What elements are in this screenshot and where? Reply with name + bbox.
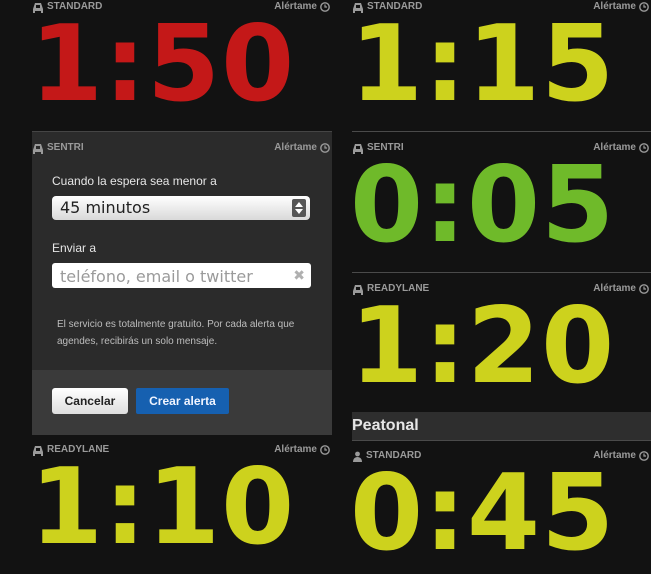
send-to-label: Enviar a <box>52 241 97 255</box>
wait-time: 0:05 <box>350 144 616 266</box>
lane-readylane-car: READYLANE Alértame 1:20 <box>350 282 651 410</box>
wait-time: 1:15 <box>350 3 616 125</box>
clock-icon <box>320 445 330 455</box>
lane-standard-car: STANDARD Alértame 1:50 <box>30 0 332 125</box>
car-icon <box>32 143 44 154</box>
clock-icon <box>639 2 649 12</box>
clock-icon <box>320 2 330 12</box>
select-arrows-icon <box>292 199 306 217</box>
service-note: El servicio es totalmente gratuito. Por … <box>57 319 295 347</box>
wait-threshold-select[interactable]: 45 minutos <box>52 196 310 220</box>
form-footer: Cancelar Crear alerta <box>32 370 332 435</box>
lane-standard-pedestrian: STANDARD Alértame 0:45 <box>350 449 651 566</box>
divider <box>352 272 651 273</box>
alert-me-link[interactable]: Alértame <box>274 141 330 155</box>
section-title-pedestrian: Peatonal <box>352 412 651 440</box>
wait-time: 1:20 <box>350 285 616 407</box>
alert-form-header: SENTRI Alértame <box>32 141 332 155</box>
clock-icon <box>639 143 649 153</box>
cancel-button[interactable]: Cancelar <box>52 388 128 414</box>
selected-value: 45 minutos <box>60 198 151 217</box>
lane-standard-car: STANDARD Alértame 1:15 <box>350 0 651 131</box>
create-alert-button[interactable]: Crear alerta <box>136 388 229 414</box>
divider <box>352 440 651 441</box>
clear-icon[interactable]: ✖ <box>293 268 305 282</box>
clock-icon <box>320 143 330 153</box>
lane-readylane-car: READYLANE Alértame 1:10 <box>30 443 332 560</box>
contact-field[interactable]: ✖ <box>52 263 311 290</box>
wait-time: 1:10 <box>30 446 296 568</box>
alert-form-panel: SENTRI Alértame Cuando la espera sea men… <box>32 131 332 435</box>
wait-threshold-label: Cuando la espera sea menor a <box>52 174 217 188</box>
lane-type: SENTRI <box>32 141 84 155</box>
clock-icon <box>639 451 649 461</box>
clock-icon <box>639 284 649 294</box>
contact-input[interactable] <box>58 263 282 290</box>
wait-time: 0:45 <box>350 452 616 574</box>
lane-sentri-car: SENTRI Alértame 0:05 <box>350 141 651 272</box>
divider <box>352 131 651 132</box>
wait-time: 1:50 <box>30 3 296 125</box>
